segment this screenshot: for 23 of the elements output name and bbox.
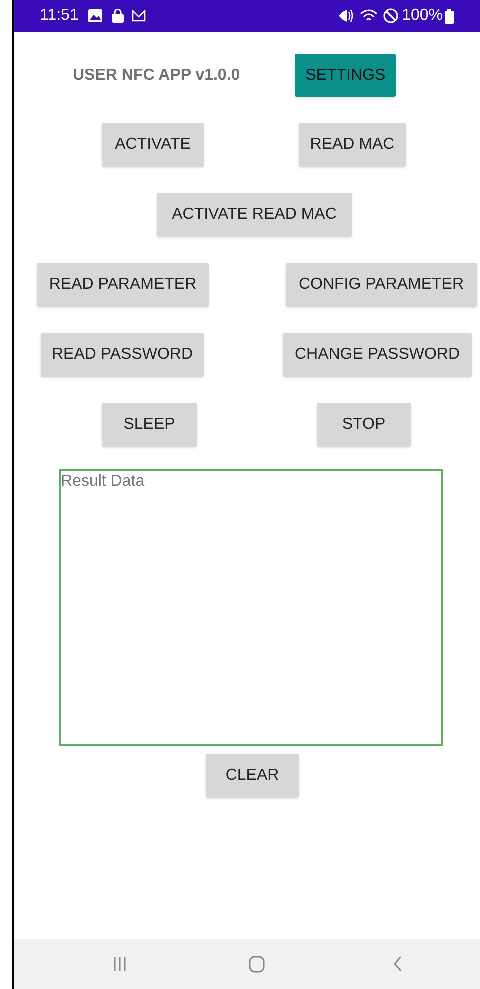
action-button[interactable]: READ MAC <box>299 123 406 167</box>
action-button[interactable]: CHANGE PASSWORD <box>283 333 472 377</box>
action-button[interactable]: READ PARAMETER <box>37 263 209 307</box>
wifi-icon <box>360 9 378 23</box>
image-icon <box>88 9 103 23</box>
app-title: USER NFC APP v1.0.0 <box>73 66 240 86</box>
clear-button[interactable]: CLEAR <box>206 754 299 798</box>
action-button[interactable]: STOP <box>317 403 411 447</box>
action-button[interactable]: ACTIVATE <box>102 123 204 167</box>
home-icon[interactable] <box>249 956 265 972</box>
settings-button[interactable]: SETTINGS <box>295 54 396 97</box>
battery-percent: 100% <box>402 6 443 26</box>
action-button[interactable]: ACTIVATE READ MAC <box>157 193 352 237</box>
action-button[interactable]: READ PASSWORD <box>41 333 204 377</box>
action-button[interactable]: SLEEP <box>102 403 197 447</box>
back-icon[interactable] <box>393 956 403 972</box>
action-button[interactable]: CONFIG PARAMETER <box>286 263 477 307</box>
blocked-icon <box>383 8 400 24</box>
result-field[interactable]: Result Data <box>59 469 443 746</box>
mail-icon <box>132 10 146 22</box>
status-time: 11:51 <box>40 6 79 26</box>
battery-icon <box>445 8 454 24</box>
recent-apps-icon[interactable] <box>113 957 127 971</box>
